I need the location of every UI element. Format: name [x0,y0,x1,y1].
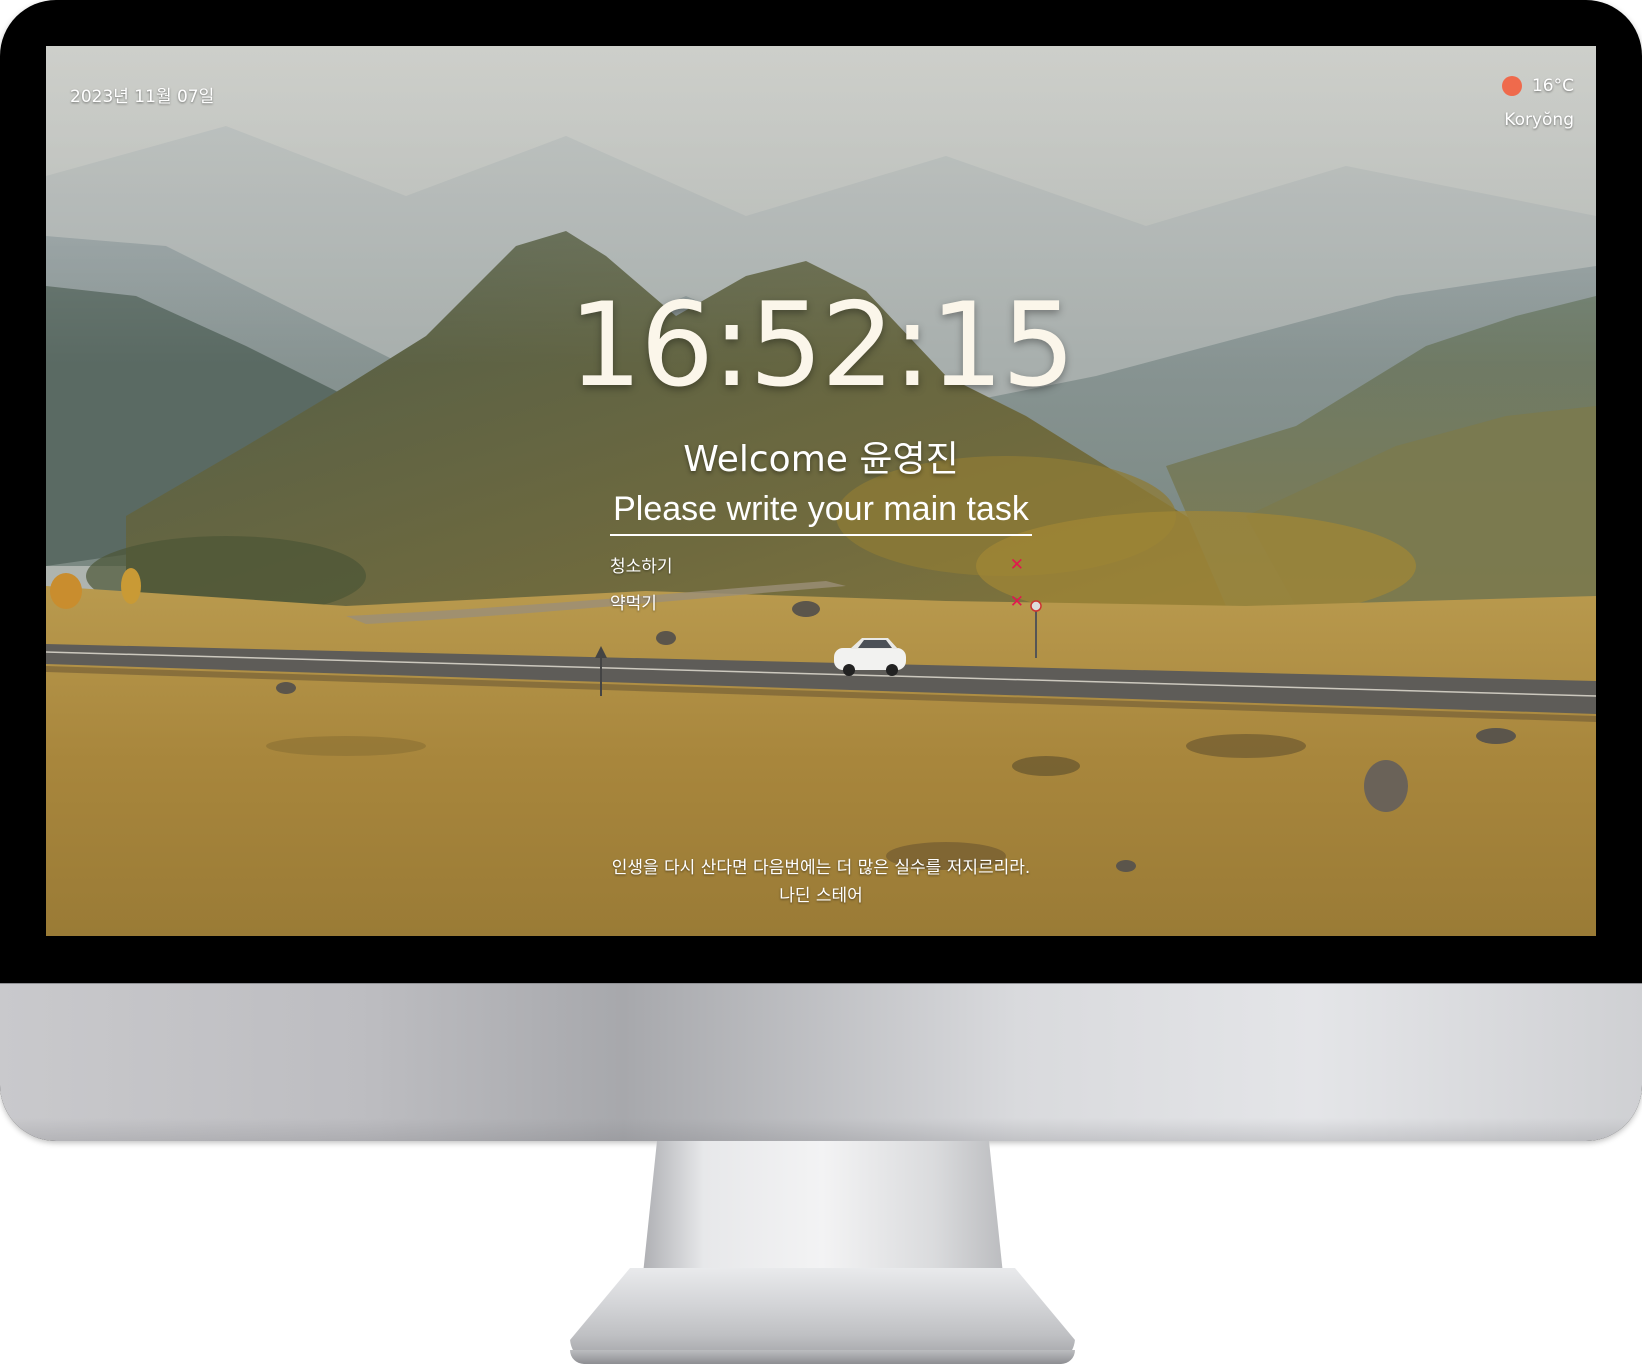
main-task-input[interactable] [610,484,1032,536]
todo-item: 약먹기 ✕ [610,583,1032,620]
delete-x-icon[interactable]: ✕ [1010,555,1024,575]
quote-block: 인생을 다시 산다면 다음번에는 더 많은 실수를 저지르리라. 나딘 스테어 [46,854,1596,910]
weather-temperature: 16°C [1531,76,1574,96]
delete-x-icon[interactable]: ✕ [1010,592,1024,612]
greeting-text: Welcome 윤영진 [683,439,959,480]
monitor-stand-base-edge [570,1350,1075,1364]
monitor-chin [0,983,1642,1141]
clock-time: 16:52:15 [568,278,1076,413]
current-date: 2023년 11월 07일 [70,87,215,107]
desktop-mockup: 2023년 11월 07일 16°C Koryŏng 16:52:15 Welc… [0,0,1642,1367]
momentum-screen: 2023년 11월 07일 16°C Koryŏng 16:52:15 Welc… [46,46,1596,936]
todo-item-text: 청소하기 [610,557,673,577]
quote-author: 나딘 스테어 [779,886,863,906]
weather-widget: 16°C Koryŏng [1501,76,1574,130]
weather-city: Koryŏng [1504,110,1574,130]
weather-dot-icon [1501,76,1522,96]
todo-list: 청소하기 ✕ 약먹기 ✕ [610,546,1032,620]
weather-temperature-row: 16°C [1501,76,1574,96]
todo-item: 청소하기 ✕ [610,546,1032,583]
quote-text: 인생을 다시 산다면 다음번에는 더 많은 실수를 저지르리라. [611,858,1031,878]
monitor-frame: 2023년 11월 07일 16°C Koryŏng 16:52:15 Welc… [0,0,1642,1141]
todo-item-text: 약먹기 [610,594,657,614]
